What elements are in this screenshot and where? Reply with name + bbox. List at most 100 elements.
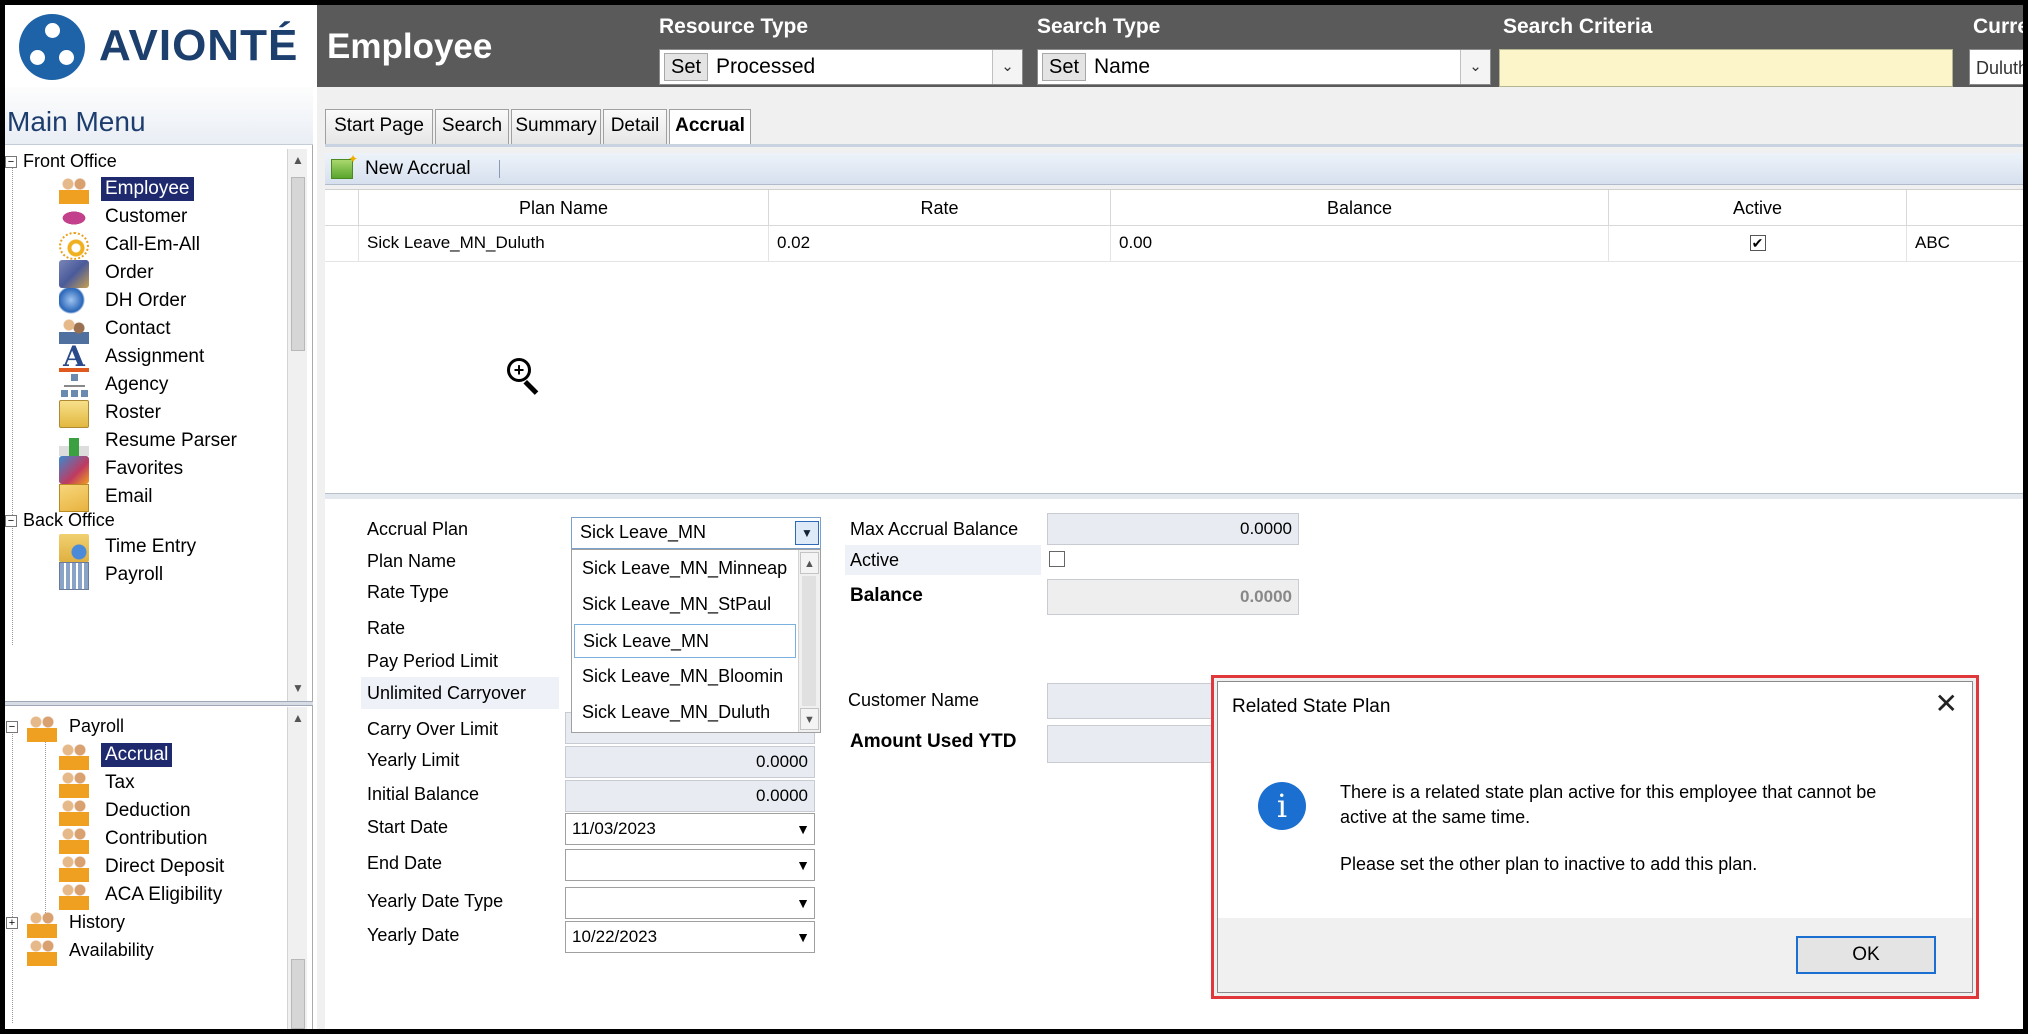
sidebar-scrollbar-bottom[interactable]: ▲ xyxy=(287,707,307,1029)
grid-header: Plan Name Rate Balance Active xyxy=(325,190,2023,226)
row-selector[interactable] xyxy=(325,226,359,262)
new-record-icon[interactable] xyxy=(331,152,358,179)
rate-label: Rate xyxy=(367,618,406,638)
front-office-tree: − Front Office Employee Customer Call-Em-… xyxy=(5,149,295,669)
current-select[interactable]: Duluth xyxy=(1969,49,2023,85)
column-header-active[interactable]: Active xyxy=(1609,190,1907,226)
dialog-message-secondary: Please set the other plan to inactive to… xyxy=(1340,854,1758,874)
scroll-up-icon[interactable]: ▲ xyxy=(800,552,819,574)
scrollbar-thumb[interactable] xyxy=(802,576,816,706)
chevron-down-icon[interactable]: ▼ xyxy=(796,850,810,880)
search-type-set-button[interactable]: Set xyxy=(1042,53,1087,81)
scroll-down-icon[interactable]: ▼ xyxy=(288,677,308,699)
scrollbar-thumb[interactable] xyxy=(291,177,305,351)
resource-type-select[interactable]: Set Processed ⌄ xyxy=(659,49,1023,85)
yearly-date-type-select[interactable]: ▼ xyxy=(565,887,815,919)
new-accrual-button[interactable]: New Accrual xyxy=(365,158,471,180)
order-icon xyxy=(59,260,89,288)
max-accrual-balance-label: Max Accrual Balance xyxy=(850,519,1019,539)
dropdown-option[interactable]: Sick Leave_MN_StPaul xyxy=(574,588,796,622)
dropdown-option-highlighted[interactable]: Sick Leave_MN xyxy=(574,624,796,658)
yearly-limit-input[interactable]: 0.0000 xyxy=(565,746,815,778)
sidebar: Main Menu − Front Office Employee Custome… xyxy=(5,87,313,1029)
tree-group-back-office[interactable]: − Back Office xyxy=(5,510,115,531)
yearly-date-picker[interactable]: 10/22/2023 ▼ xyxy=(565,921,815,953)
cell-active[interactable]: ✔ xyxy=(1609,226,1907,262)
people-icon xyxy=(59,854,89,882)
module-title: Employee xyxy=(327,27,493,66)
resume-parser-icon xyxy=(59,428,89,456)
sidebar-scrollbar-top[interactable]: ▲ ▼ xyxy=(287,149,307,701)
customer-name-input[interactable] xyxy=(1047,683,1217,719)
expand-icon[interactable]: + xyxy=(6,917,18,929)
dropdown-scrollbar[interactable]: ▲ ▼ xyxy=(798,550,820,732)
collapse-icon[interactable]: − xyxy=(5,156,17,169)
search-type-select[interactable]: Set Name ⌄ xyxy=(1037,49,1491,85)
roster-icon xyxy=(59,400,89,428)
column-header-plan-name[interactable]: Plan Name xyxy=(359,190,769,226)
payroll-tree: − Payroll Accrual Tax Deduction Contribu… xyxy=(5,707,295,1029)
dialog-message-primary: There is a related state plan active for… xyxy=(1340,782,1877,827)
dropdown-option[interactable]: Sick Leave_MN_Bloomin xyxy=(574,660,796,694)
search-criteria-input[interactable] xyxy=(1499,49,1953,87)
ok-button[interactable]: OK xyxy=(1796,936,1936,974)
chevron-down-icon[interactable]: ⌄ xyxy=(992,50,1022,84)
active-checkbox[interactable] xyxy=(1049,551,1065,567)
column-header-balance[interactable]: Balance xyxy=(1111,190,1609,226)
related-state-plan-dialog: Related State Plan ✕ i There is a relate… xyxy=(1217,681,1973,993)
logo: AVIONTÉ xyxy=(5,5,317,87)
start-date-picker[interactable]: 11/03/2023 ▼ xyxy=(565,813,815,845)
tab-summary[interactable]: Summary xyxy=(511,109,601,144)
tab-detail[interactable]: Detail xyxy=(603,109,667,144)
scroll-up-icon[interactable]: ▲ xyxy=(288,149,308,171)
end-date-picker[interactable]: ▼ xyxy=(565,849,815,881)
toolbar-separator xyxy=(499,160,500,178)
search-type-value: Name xyxy=(1094,55,1151,78)
collapse-icon[interactable]: − xyxy=(5,515,17,528)
column-header-extra[interactable] xyxy=(1907,190,2023,226)
resource-type-set-button[interactable]: Set xyxy=(664,53,709,81)
yearly-date-type-label: Yearly Date Type xyxy=(367,891,504,911)
people-icon xyxy=(59,742,89,770)
tab-start-page[interactable]: Start Page xyxy=(325,109,433,144)
chevron-down-icon[interactable]: ▼ xyxy=(796,888,810,918)
dropdown-option[interactable]: Sick Leave_MN_Duluth xyxy=(574,696,796,730)
table-row[interactable]: Sick Leave_MN_Duluth 0.02 0.00 ✔ ABC xyxy=(325,226,2023,262)
close-icon[interactable]: ✕ xyxy=(1935,690,1958,718)
app-window: AVIONTÉ Employee Resource Type Set Proce… xyxy=(5,5,2023,1029)
yearly-limit-label: Yearly Limit xyxy=(367,750,460,770)
current-value: Duluth xyxy=(1976,58,2023,78)
max-accrual-balance-input[interactable]: 0.0000 xyxy=(1047,513,1299,545)
plan-name-label: Plan Name xyxy=(367,551,457,571)
customer-name-label: Customer Name xyxy=(848,690,980,710)
rate-type-label: Rate Type xyxy=(367,582,449,602)
people-icon xyxy=(59,826,89,854)
chevron-down-icon[interactable]: ▼ xyxy=(796,922,810,952)
dropdown-option[interactable]: Sick Leave_MN_Minneap xyxy=(574,552,796,586)
scroll-down-icon[interactable]: ▼ xyxy=(800,708,819,730)
balance-label: Balance xyxy=(850,585,923,606)
initial-balance-input[interactable]: 0.0000 xyxy=(565,780,815,812)
call-icon xyxy=(59,232,89,260)
dialog-highlight-outline: Related State Plan ✕ i There is a relate… xyxy=(1211,675,1979,999)
accrual-plan-dropdown-list: Sick Leave_MN_Minneap Sick Leave_MN_StPa… xyxy=(571,549,821,733)
tree-group-front-office[interactable]: − Front Office xyxy=(5,151,117,172)
chevron-down-icon[interactable]: ▼ xyxy=(796,814,810,844)
active-checkbox-checked[interactable]: ✔ xyxy=(1749,235,1766,251)
collapse-icon[interactable]: − xyxy=(6,721,18,733)
people-icon xyxy=(59,770,89,798)
scrollbar-thumb[interactable] xyxy=(291,959,305,1029)
accrual-plan-input[interactable]: Sick Leave_MN ▼ xyxy=(571,517,821,549)
sidebar-divider[interactable] xyxy=(5,701,313,706)
grid-header-row-selector xyxy=(325,190,359,226)
chevron-down-icon[interactable]: ▼ xyxy=(795,521,819,545)
chevron-down-icon[interactable]: ⌄ xyxy=(1460,50,1490,84)
active-label: Active xyxy=(850,550,900,570)
tab-search[interactable]: Search xyxy=(435,109,509,144)
people-icon xyxy=(59,798,89,826)
accrual-plan-label: Accrual Plan xyxy=(367,519,469,539)
scroll-up-icon[interactable]: ▲ xyxy=(288,707,308,729)
cell-rate: 0.02 xyxy=(769,226,1111,262)
column-header-rate[interactable]: Rate xyxy=(769,190,1111,226)
tab-accrual[interactable]: Accrual xyxy=(669,109,751,146)
